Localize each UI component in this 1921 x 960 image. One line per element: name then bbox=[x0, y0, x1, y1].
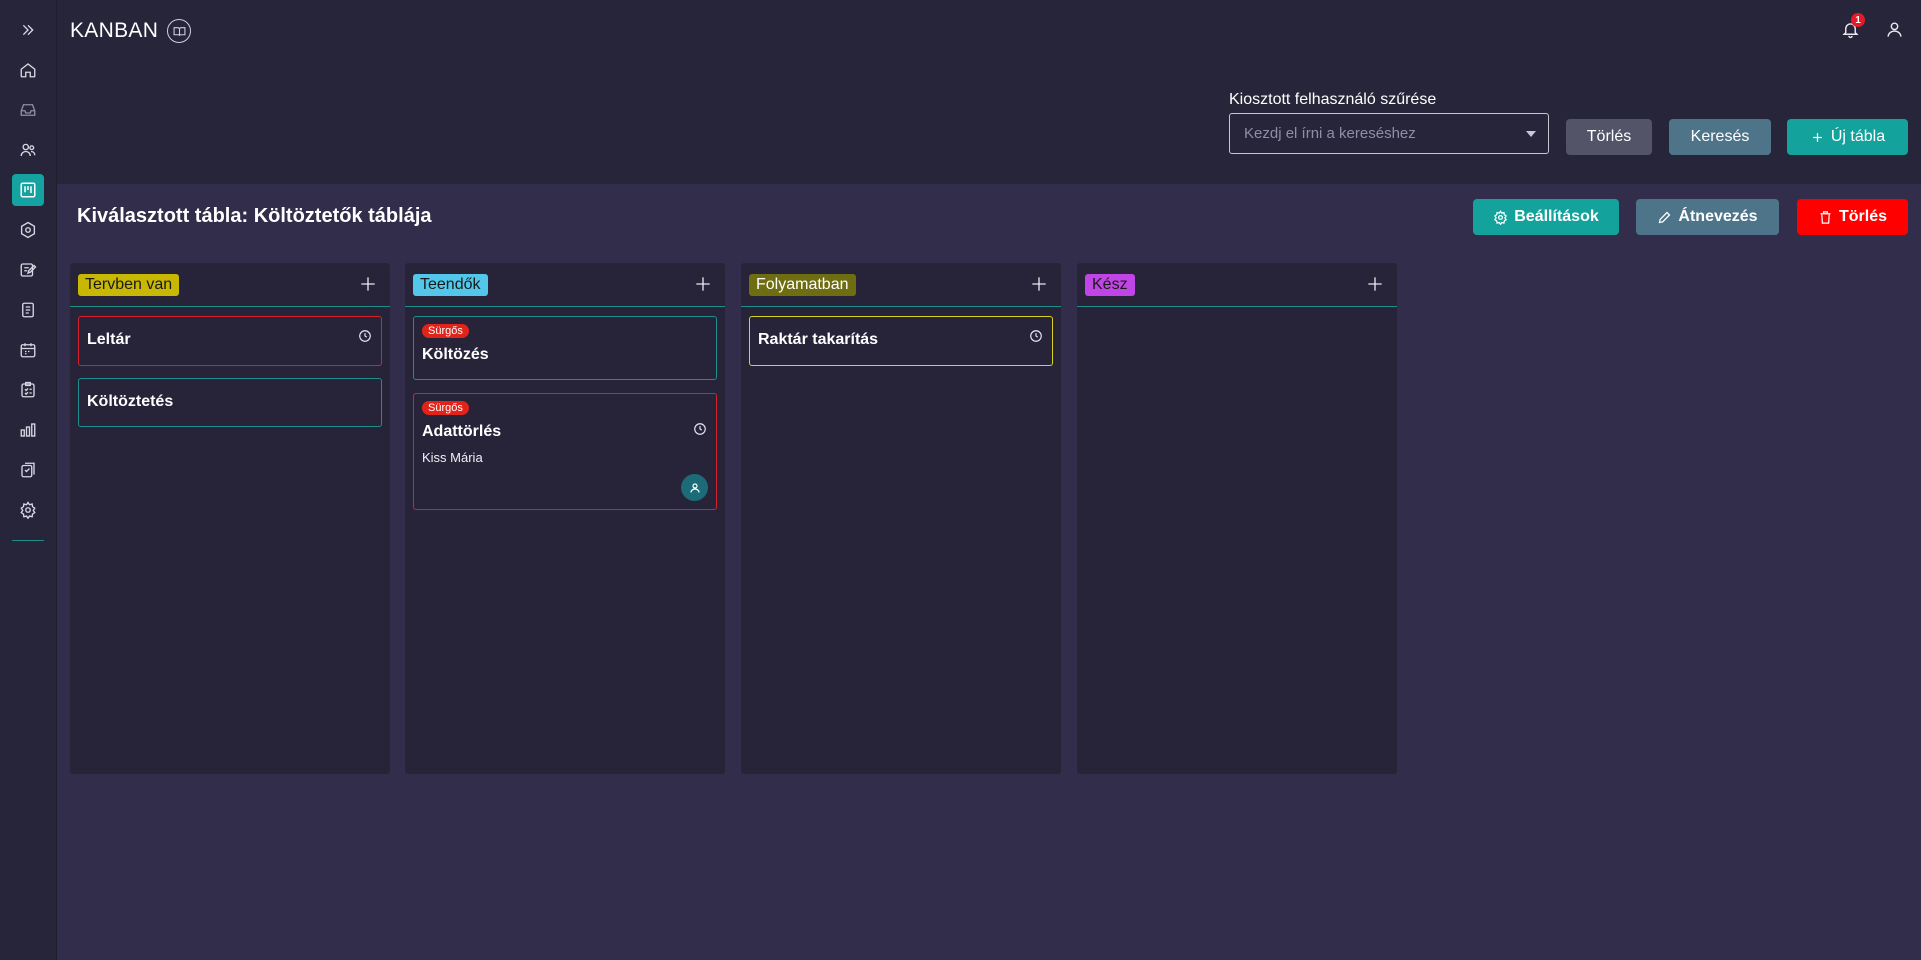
column-folyamatban: Folyamatban Raktár takarítás bbox=[741, 263, 1061, 774]
gear-icon bbox=[1494, 209, 1508, 225]
bar-chart-icon bbox=[20, 423, 36, 437]
header-actions: 1 bbox=[1839, 13, 1905, 40]
card-assignee: Kiss Mária bbox=[422, 450, 483, 465]
urgent-badge: Sürgős bbox=[422, 401, 469, 415]
clock-icon bbox=[1029, 329, 1043, 343]
column-label: Teendők bbox=[413, 273, 488, 296]
edit-document-icon bbox=[20, 263, 37, 277]
sidebar-expand-button[interactable] bbox=[12, 14, 44, 46]
top-header: KANBAN 1 bbox=[57, 0, 1921, 62]
clipboard-icon bbox=[21, 462, 35, 478]
board-settings-button[interactable]: Beállítások bbox=[1473, 199, 1619, 235]
sidebar-item-checklist[interactable] bbox=[12, 374, 44, 406]
column-label: Kész bbox=[1085, 273, 1135, 296]
board-area: Kiválasztott tábla: Költöztetők táblája … bbox=[57, 184, 1921, 960]
network-icon bbox=[20, 221, 36, 239]
profile-button[interactable] bbox=[1883, 18, 1905, 40]
column-label: Folyamatban bbox=[749, 273, 856, 296]
sidebar-item-kanban[interactable] bbox=[12, 174, 44, 206]
assignee-avatar[interactable] bbox=[681, 474, 708, 501]
column-kesz: Kész bbox=[1077, 263, 1397, 774]
sidebar-item-network[interactable] bbox=[12, 214, 44, 246]
board-rename-button[interactable]: Átnevezés bbox=[1636, 199, 1779, 235]
kanban-icon bbox=[20, 182, 36, 198]
board-rename-label: Átnevezés bbox=[1678, 208, 1758, 225]
card-title: Leltár bbox=[87, 331, 131, 348]
column-tervben-van: Tervben van Leltár Költöztetés bbox=[70, 263, 390, 774]
column-header: Teendők bbox=[405, 263, 725, 307]
sidebar-item-inbox[interactable] bbox=[12, 94, 44, 126]
card-title: Raktár takarítás bbox=[758, 331, 879, 348]
add-card-button[interactable] bbox=[1365, 274, 1385, 294]
card-raktar-takaritas[interactable]: Raktár takarítás bbox=[749, 316, 1053, 366]
plus-icon bbox=[696, 277, 710, 291]
card-title: Költözés bbox=[422, 346, 489, 363]
sidebar bbox=[0, 0, 57, 960]
clear-filter-button[interactable]: Törlés bbox=[1566, 119, 1652, 155]
sidebar-item-clipboard[interactable] bbox=[12, 454, 44, 486]
clear-filter-label: Törlés bbox=[1586, 128, 1632, 145]
column-header: Kész bbox=[1077, 263, 1397, 307]
clock-icon bbox=[693, 422, 707, 436]
assignee-filter-select[interactable] bbox=[1229, 113, 1549, 154]
plus-icon bbox=[1813, 132, 1822, 142]
home-icon bbox=[20, 63, 36, 78]
card-koltoztetes[interactable]: Költöztetés bbox=[78, 378, 382, 427]
plus-icon bbox=[1032, 277, 1046, 291]
search-button[interactable]: Keresés bbox=[1669, 119, 1771, 155]
plus-icon bbox=[1368, 277, 1382, 291]
document-icon bbox=[22, 302, 34, 318]
add-card-button[interactable] bbox=[1029, 274, 1049, 294]
calendar-icon bbox=[20, 343, 36, 358]
trash-icon bbox=[1820, 210, 1831, 224]
sidebar-item-calendar[interactable] bbox=[12, 334, 44, 366]
card-leltar[interactable]: Leltár bbox=[78, 316, 382, 366]
user-icon bbox=[1886, 21, 1902, 37]
clock-icon bbox=[358, 329, 372, 343]
sidebar-item-home[interactable] bbox=[12, 54, 44, 86]
search-label: Keresés bbox=[1690, 128, 1750, 145]
sidebar-item-settings[interactable] bbox=[12, 494, 44, 526]
users-icon bbox=[20, 143, 36, 157]
app-title: KANBAN bbox=[70, 19, 159, 42]
board-delete-button[interactable]: Törlés bbox=[1797, 199, 1908, 235]
new-board-label: Új tábla bbox=[1830, 128, 1886, 145]
inbox-icon bbox=[20, 104, 36, 116]
board-title: Kiválasztott tábla: Költöztetők táblája bbox=[77, 205, 432, 227]
card-koltozes[interactable]: Sürgős Költözés bbox=[413, 316, 717, 380]
column-header: Tervben van bbox=[70, 263, 390, 307]
double-chevron-right-icon bbox=[22, 24, 34, 36]
sidebar-item-users[interactable] bbox=[12, 134, 44, 166]
notification-button[interactable]: 1 bbox=[1839, 13, 1865, 40]
gear-icon bbox=[20, 501, 36, 519]
sidebar-item-edit[interactable] bbox=[12, 254, 44, 286]
user-icon bbox=[689, 482, 700, 493]
column-label: Tervben van bbox=[78, 273, 180, 296]
sidebar-item-document[interactable] bbox=[12, 294, 44, 326]
board-settings-label: Beállítások bbox=[1514, 208, 1599, 225]
sidebar-divider bbox=[12, 540, 44, 541]
urgent-badge: Sürgős bbox=[422, 324, 469, 338]
column-header: Folyamatban bbox=[741, 263, 1061, 307]
new-board-button[interactable]: Új tábla bbox=[1787, 119, 1908, 155]
caret-down-icon[interactable] bbox=[1526, 130, 1536, 137]
column-teendok: Teendők Sürgős Költözés Sürgős Adattörlé… bbox=[405, 263, 725, 774]
assignee-filter-label: Kiosztott felhasználó szűrése bbox=[1229, 91, 1437, 108]
add-card-button[interactable] bbox=[693, 274, 713, 294]
card-adattorles[interactable]: Sürgős Adattörlés Kiss Mária bbox=[413, 393, 717, 510]
add-card-button[interactable] bbox=[358, 274, 378, 294]
plus-icon bbox=[361, 277, 375, 291]
book-icon[interactable] bbox=[167, 19, 192, 43]
assignee-filter-input[interactable] bbox=[1244, 125, 1526, 142]
card-title: Költöztetés bbox=[87, 393, 174, 410]
notification-badge: 1 bbox=[1851, 13, 1865, 27]
pencil-icon bbox=[1659, 211, 1671, 223]
sidebar-item-chart[interactable] bbox=[12, 414, 44, 446]
board-delete-label: Törlés bbox=[1838, 208, 1887, 225]
checklist-icon bbox=[21, 381, 35, 398]
card-title: Adattörlés bbox=[422, 423, 502, 440]
